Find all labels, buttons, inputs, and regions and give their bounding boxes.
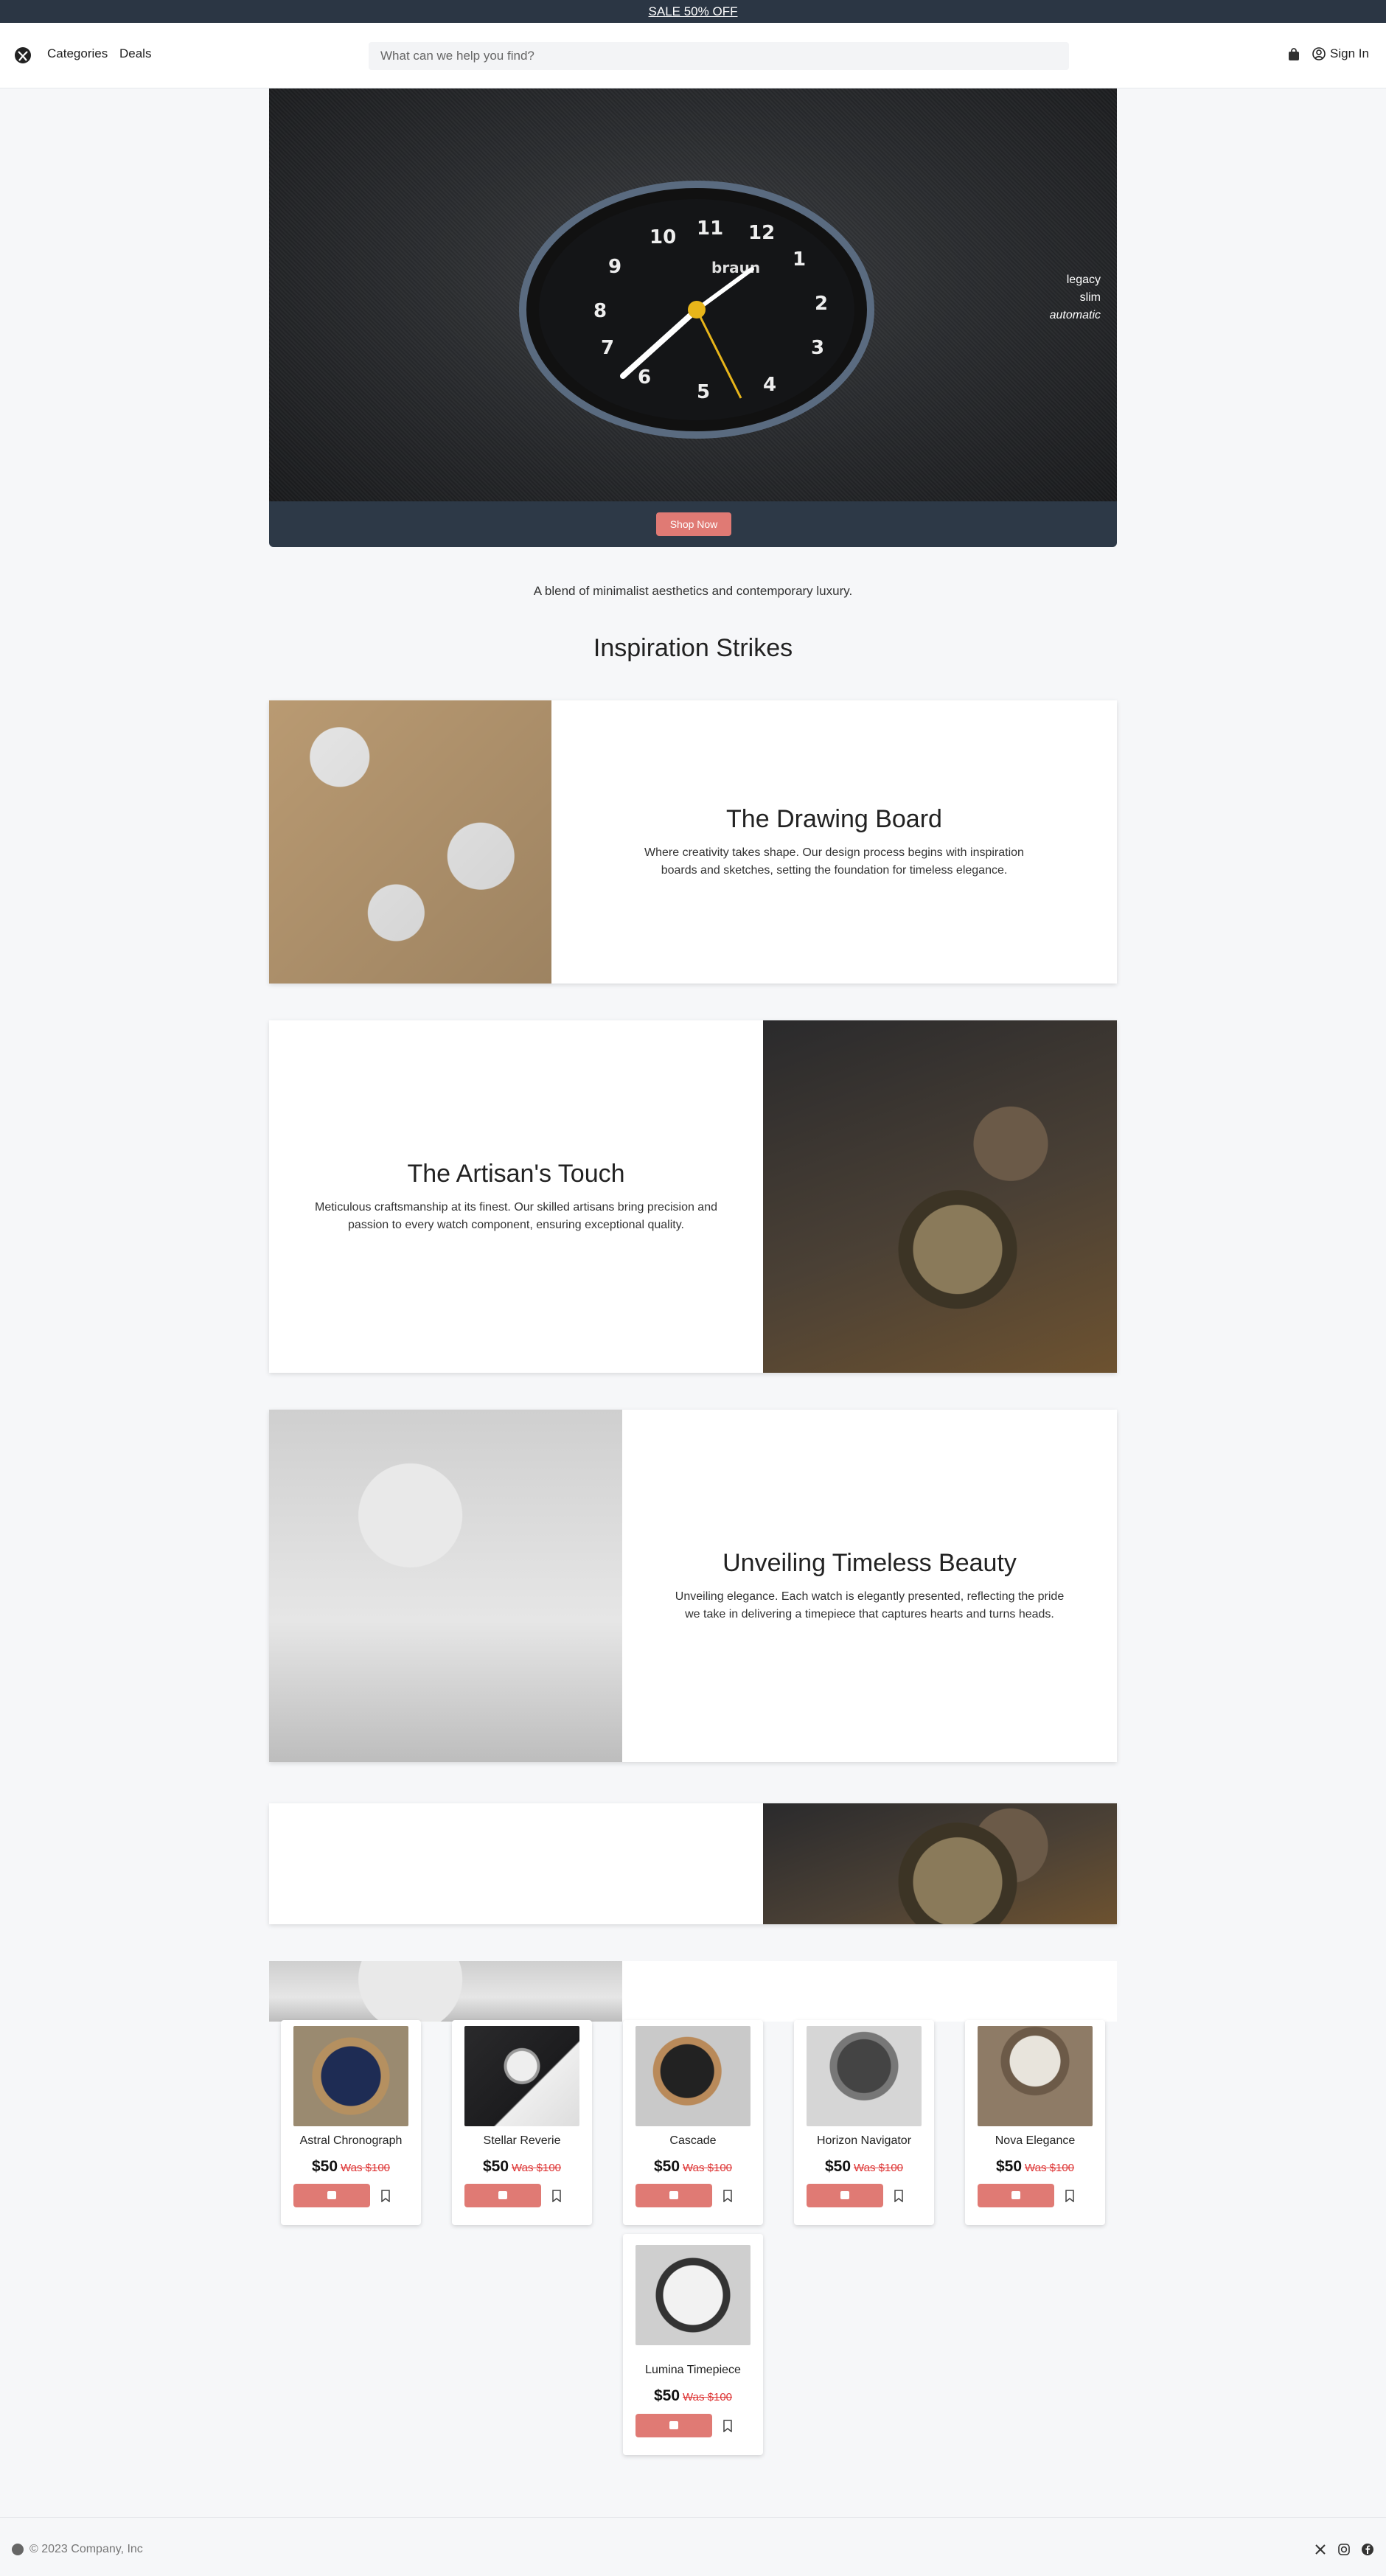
shop-now-button[interactable]: Shop Now [656, 512, 731, 536]
product-card[interactable]: Stellar Reverie $50 Was $100 [452, 2020, 592, 2225]
hero-banner: 10 11 12 123 456 789 braun legacy slim aut… [269, 88, 1117, 547]
product-price: $50 [482, 2158, 509, 2175]
product-image [978, 2026, 1093, 2126]
sign-in-label: Sign In [1330, 46, 1369, 60]
add-to-cart-button[interactable] [464, 2184, 541, 2207]
add-to-cart-button[interactable] [635, 2414, 712, 2437]
svg-text:7: 7 [601, 337, 614, 359]
feature-text: Where creativity takes shape. Our design… [644, 846, 1024, 877]
shopping-bag-icon [669, 2421, 678, 2429]
product-price: $50 [653, 2387, 680, 2404]
search-input[interactable]: What can we help you find? [369, 42, 1069, 70]
feature-card-drawing-board: The Drawing Board Where creativity takes… [269, 700, 1117, 984]
product-was-price: Was $100 [1025, 2162, 1075, 2174]
svg-text:2: 2 [815, 293, 828, 315]
product-name: Stellar Reverie [483, 2134, 561, 2147]
product-price: $50 [653, 2158, 680, 2175]
facebook-icon[interactable] [1361, 2543, 1374, 2556]
product-was-price: Was $100 [683, 2162, 733, 2174]
bookmark-icon[interactable] [1065, 2190, 1075, 2202]
svg-text:9: 9 [608, 256, 621, 278]
feature-card-partial-2 [269, 1961, 1117, 2022]
svg-text:8: 8 [593, 300, 607, 322]
feature-image [269, 1961, 622, 2022]
product-price: $50 [995, 2158, 1023, 2175]
product-name: Lumina Timepiece [645, 2364, 741, 2376]
bookmark-icon[interactable] [894, 2190, 904, 2202]
feature-title: The Artisan's Touch [407, 1159, 625, 1188]
product-image [635, 2245, 751, 2345]
svg-text:3: 3 [811, 337, 824, 359]
product-name: Cascade [669, 2134, 717, 2147]
shopping-bag-icon [327, 2191, 336, 2199]
product-image [635, 2026, 751, 2126]
product-image [293, 2026, 408, 2126]
top-nav: Categories Deals What can we help you fi… [0, 23, 1386, 88]
product-name: Horizon Navigator [816, 2134, 912, 2147]
shopping-bag-icon [1011, 2191, 1020, 2199]
bookmark-icon[interactable] [380, 2190, 391, 2202]
feature-card-partial [269, 1803, 1117, 1924]
product-card[interactable]: Horizon Navigator $50 Was $100 [794, 2020, 934, 2225]
user-circle-icon [1312, 47, 1326, 60]
product-was-price: Was $100 [341, 2162, 391, 2174]
add-to-cart-button[interactable] [635, 2184, 712, 2207]
svg-text:5: 5 [697, 381, 710, 403]
shopping-bag-icon [669, 2191, 678, 2199]
product-price: $50 [824, 2158, 852, 2175]
bookmark-icon[interactable] [551, 2190, 562, 2202]
product-card[interactable]: Lumina Timepiece $50 Was $100 [623, 2234, 763, 2455]
nav-deals[interactable]: Deals [119, 46, 151, 61]
promo-bar: SALE 50% OFF [0, 0, 1386, 23]
shopping-bag-icon [840, 2191, 849, 2199]
section-title: Inspiration Strikes [593, 634, 793, 662]
logo-icon[interactable] [15, 47, 31, 63]
svg-text:10: 10 [650, 226, 676, 248]
feature-image [763, 1020, 1117, 1373]
feature-title: The Drawing Board [726, 804, 942, 833]
feature-image [269, 700, 551, 984]
product-was-price: Was $100 [512, 2162, 562, 2174]
svg-text:12: 12 [748, 222, 775, 244]
promo-link[interactable]: SALE 50% OFF [649, 4, 738, 18]
feature-text: Meticulous craftsmanship at its finest. … [314, 1200, 717, 1231]
feature-card-artisan: The Artisan's Touch Meticulous craftsman… [269, 1020, 1117, 1373]
watch-illustration: 10 11 12 123 456 789 braun [519, 181, 874, 439]
add-to-cart-button[interactable] [807, 2184, 883, 2207]
product-card[interactable]: Astral Chronograph $50 Was $100 [281, 2020, 421, 2225]
feature-image [269, 1410, 622, 1762]
svg-text:6: 6 [638, 366, 651, 389]
footer-copyright: © 2023 Company, Inc [29, 2543, 143, 2555]
instagram-icon[interactable] [1337, 2543, 1351, 2556]
sign-in-button[interactable]: Sign In [1312, 46, 1369, 61]
footer: © 2023 Company, Inc [0, 2517, 1386, 2576]
bookmark-icon[interactable] [722, 2190, 733, 2202]
product-image [807, 2026, 922, 2126]
product-was-price: Was $100 [683, 2391, 733, 2403]
x-twitter-icon[interactable] [1314, 2543, 1327, 2556]
footer-logo-icon[interactable] [12, 2544, 24, 2555]
tagline: A blend of minimalist aesthetics and con… [533, 584, 853, 598]
feature-card-timeless-beauty: Unveiling Timeless Beauty Unveiling eleg… [269, 1410, 1117, 1762]
bookmark-icon[interactable] [722, 2420, 733, 2432]
feature-text: Unveiling elegance. Each watch is elegan… [675, 1590, 1065, 1621]
nav-categories[interactable]: Categories [47, 46, 108, 61]
product-card[interactable]: Nova Elegance $50 Was $100 [965, 2020, 1105, 2225]
product-card[interactable]: Cascade $50 Was $100 [623, 2020, 763, 2225]
svg-text:1: 1 [793, 248, 806, 271]
product-price: $50 [311, 2158, 338, 2175]
product-was-price: Was $100 [854, 2162, 904, 2174]
add-to-cart-button[interactable] [978, 2184, 1054, 2207]
svg-text:11: 11 [697, 217, 723, 240]
product-image [464, 2026, 579, 2126]
add-to-cart-button[interactable] [293, 2184, 370, 2207]
shopping-bag-icon[interactable] [1287, 48, 1300, 61]
svg-text:4: 4 [763, 374, 776, 396]
feature-image [763, 1803, 1117, 1924]
shopping-bag-icon [498, 2191, 507, 2199]
product-name: Astral Chronograph [299, 2134, 403, 2147]
product-name: Nova Elegance [995, 2134, 1076, 2147]
feature-title: Unveiling Timeless Beauty [722, 1548, 1017, 1577]
hero-caption: legacy slim automatic [1049, 274, 1101, 321]
